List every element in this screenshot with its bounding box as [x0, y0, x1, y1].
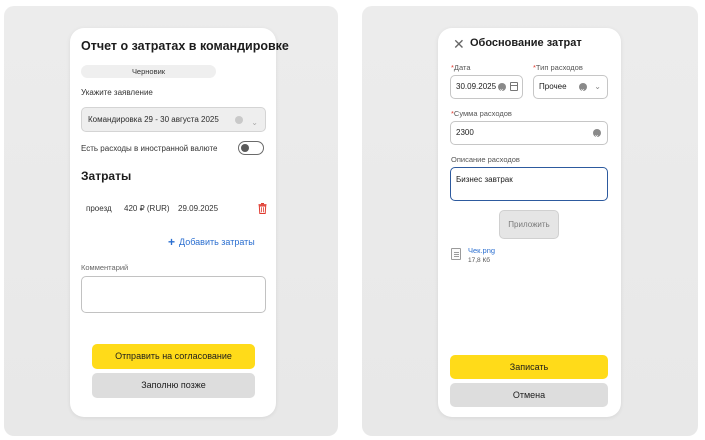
application-select-value: Командировка 29 - 30 августа 2025	[88, 115, 219, 124]
add-expense-label: Добавить затраты	[179, 237, 255, 247]
expense-justification-card: ✕ Обоснование затрат *Дата 30.09.2025 *Т…	[438, 28, 621, 417]
expense-date-cell: 29.09.2025	[178, 204, 219, 213]
date-value: 30.09.2025	[456, 82, 497, 91]
amount-label: *Сумма расходов	[451, 109, 512, 118]
status-badge: Черновик	[81, 65, 216, 78]
attach-button[interactable]: Приложить	[499, 210, 559, 239]
expense-type-value: Прочее	[539, 82, 567, 91]
attachment-size: 17,8 Кб	[468, 257, 490, 264]
date-field[interactable]: 30.09.2025	[450, 75, 523, 103]
expense-amount-cell: 420 ₽ (RUR)	[124, 204, 170, 213]
amount-label-text: Сумма расходов	[453, 109, 512, 118]
expense-type-cell: проезд	[86, 204, 112, 213]
expense-type-select[interactable]: Прочее ⌄	[533, 75, 608, 103]
expense-report-card: Отчет о затратах в командировке Черновик…	[70, 28, 289, 417]
comment-field[interactable]	[81, 276, 266, 313]
save-button[interactable]: Записать	[450, 355, 608, 379]
amount-field[interactable]: 2300	[450, 121, 608, 149]
application-select[interactable]: Командировка 29 - 30 августа 2025 ⌄	[81, 107, 266, 132]
fill-later-button[interactable]: Заполню позже	[92, 373, 255, 398]
clear-icon[interactable]	[579, 81, 587, 103]
application-label: Укажите заявление	[81, 88, 153, 97]
chevron-down-icon[interactable]: ⌄	[594, 76, 601, 98]
expense-type-label: *Тип расходов	[533, 63, 583, 72]
close-icon[interactable]: ✕	[453, 37, 465, 51]
dialog-title: Обоснование затрат	[470, 37, 582, 49]
date-label: *Дата	[451, 63, 471, 72]
toggle-knob	[240, 143, 249, 152]
trash-icon[interactable]	[258, 203, 267, 214]
amount-value: 2300	[456, 128, 474, 137]
description-field[interactable]: Бизнес завтрак	[450, 167, 608, 201]
foreign-currency-toggle[interactable]	[238, 141, 264, 155]
expenses-heading: Затраты	[81, 169, 132, 183]
chevron-down-icon[interactable]: ⌄	[251, 111, 258, 134]
cancel-button[interactable]: Отмена	[450, 383, 608, 407]
date-label-text: Дата	[453, 63, 471, 72]
clear-icon[interactable]	[235, 116, 243, 124]
page-title: Отчет о затратах в командировке	[81, 39, 289, 53]
calendar-icon[interactable]	[510, 82, 518, 91]
description-label: Описание расходов	[451, 155, 520, 164]
comment-label: Комментарий	[81, 263, 129, 272]
file-icon	[451, 248, 461, 260]
plus-icon: +	[168, 235, 176, 249]
add-expense-button[interactable]: + Добавить затраты	[168, 235, 255, 249]
attachment-link[interactable]: Чек.png	[468, 246, 495, 255]
foreign-currency-label: Есть расходы в иностранной валюте	[81, 144, 218, 153]
submit-for-approval-button[interactable]: Отправить на согласование	[92, 344, 255, 369]
clear-icon[interactable]	[498, 81, 506, 103]
expense-type-label-text: Тип расходов	[535, 63, 583, 72]
clear-icon[interactable]	[593, 127, 601, 149]
